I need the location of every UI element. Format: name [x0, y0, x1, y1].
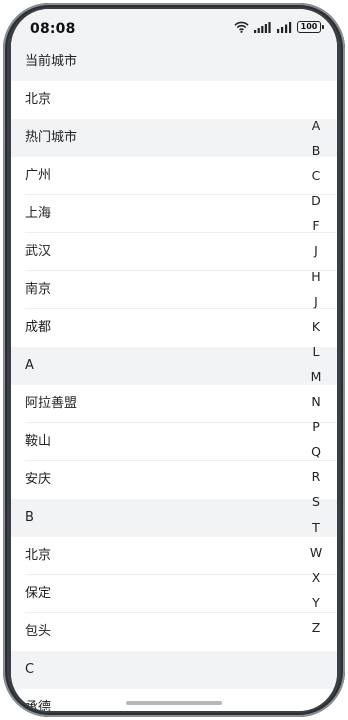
city-list-item[interactable]: 北京: [11, 537, 337, 575]
index-letter[interactable]: Y: [309, 590, 323, 615]
city-list[interactable]: 当前城市 北京 热门城市 广州 上海 武汉 南京 成都 A 阿拉善盟 鞍山 安庆 B 北京 保定 包头 C 承德: [11, 43, 337, 711]
index-letter[interactable]: L: [309, 339, 323, 364]
city-list-item[interactable]: 北京: [11, 81, 337, 119]
index-letter[interactable]: H: [309, 264, 323, 289]
signal-icon: [277, 21, 292, 33]
city-list-item[interactable]: 上海: [11, 195, 337, 233]
section-header: 当前城市: [11, 43, 337, 81]
city-list-item[interactable]: 承德: [11, 689, 337, 711]
city-list-item[interactable]: 包头: [11, 613, 337, 651]
city-list-item[interactable]: 保定: [11, 575, 337, 613]
index-letter[interactable]: T: [309, 515, 323, 540]
city-list-item[interactable]: 南京: [11, 271, 337, 309]
wifi-icon: [234, 21, 249, 33]
index-letter[interactable]: R: [309, 464, 323, 489]
index-letter[interactable]: W: [309, 540, 323, 565]
index-letter[interactable]: J: [309, 289, 323, 314]
city-list-item[interactable]: 阿拉善盟: [11, 385, 337, 423]
index-letter[interactable]: Q: [309, 439, 323, 464]
index-letter[interactable]: C: [309, 163, 323, 188]
index-letter[interactable]: J: [309, 238, 323, 263]
section-header: 热门城市: [11, 119, 337, 157]
city-list-item[interactable]: 武汉: [11, 233, 337, 271]
index-letter[interactable]: Z: [309, 615, 323, 640]
index-letter[interactable]: N: [309, 389, 323, 414]
index-letter[interactable]: K: [309, 314, 323, 339]
index-letter[interactable]: A: [309, 113, 323, 138]
section-header: C: [11, 651, 337, 689]
index-letter[interactable]: X: [309, 565, 323, 590]
city-list-item[interactable]: 成都: [11, 309, 337, 347]
city-list-item[interactable]: 安庆: [11, 461, 337, 499]
battery-level: 100: [300, 22, 318, 31]
status-icons: 100: [234, 21, 324, 33]
index-letter[interactable]: B: [309, 138, 323, 163]
section-header: A: [11, 347, 337, 385]
index-letter[interactable]: D: [309, 188, 323, 213]
phone-frame: 08:08 100 当前城市 北京 热门城市 广州 上海 武汉 南京 成都 A …: [0, 0, 348, 720]
city-list-item[interactable]: 鞍山: [11, 423, 337, 461]
index-letter[interactable]: P: [309, 414, 323, 439]
city-list-item[interactable]: 广州: [11, 157, 337, 195]
index-letter[interactable]: S: [309, 489, 323, 514]
index-letter[interactable]: F: [309, 213, 323, 238]
screen: 08:08 100 当前城市 北京 热门城市 广州 上海 武汉 南京 成都 A …: [11, 9, 337, 711]
section-header: B: [11, 499, 337, 537]
status-time: 08:08: [30, 21, 76, 37]
index-letter[interactable]: M: [309, 364, 323, 389]
battery-icon: 100: [297, 21, 324, 33]
alphabet-index-bar[interactable]: ABCDFJHJKLMNPQRSTWXYZ: [309, 113, 323, 640]
signal-icon: [254, 21, 271, 33]
home-indicator: [126, 701, 222, 705]
